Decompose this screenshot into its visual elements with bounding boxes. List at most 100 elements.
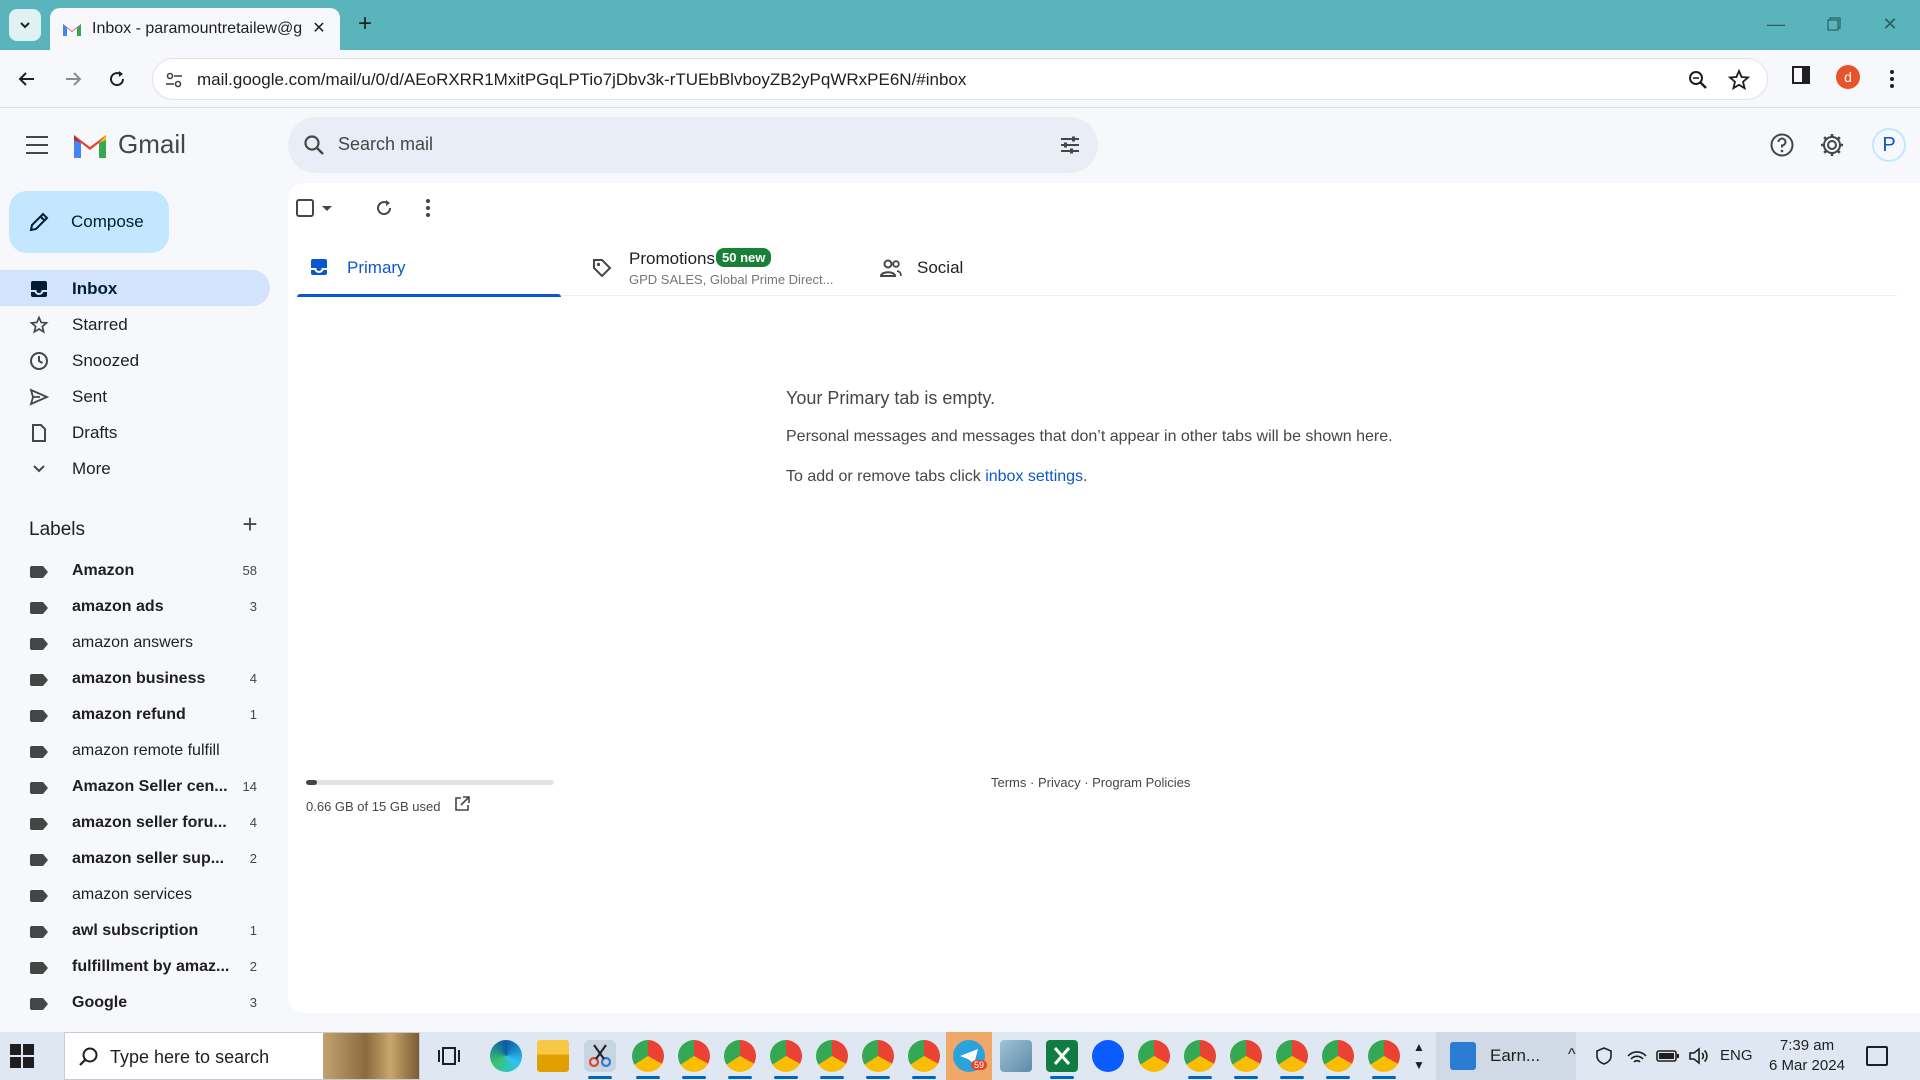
reload-button[interactable]	[102, 64, 132, 94]
nav-more[interactable]: More	[0, 450, 270, 486]
windows-start-icon[interactable]	[10, 1044, 34, 1068]
show-hidden-icons-icon[interactable]: ^	[1568, 1046, 1576, 1080]
zoom-icon[interactable]	[1687, 69, 1709, 91]
nav-drafts[interactable]: Drafts	[0, 414, 270, 450]
label-item[interactable]: Amazon Seller cen... 14	[0, 769, 270, 805]
nav-label: Drafts	[72, 423, 118, 442]
notepad-icon[interactable]	[1000, 1040, 1032, 1072]
security-shield-icon[interactable]	[1594, 1046, 1614, 1066]
chrome-profile-icon[interactable]	[1368, 1040, 1400, 1079]
search-icon[interactable]	[302, 133, 326, 157]
label-item[interactable]: amazon seller foru... 4	[0, 805, 270, 841]
chrome-profile-icon[interactable]	[770, 1040, 802, 1079]
nav-starred[interactable]: Starred	[0, 306, 270, 342]
more-actions-icon[interactable]	[423, 197, 433, 219]
privacy-link[interactable]: Privacy	[1038, 775, 1081, 790]
close-window-button[interactable]: ✕	[1870, 8, 1910, 40]
chrome-profile-icon[interactable]	[724, 1040, 756, 1079]
site-settings-icon[interactable]	[163, 69, 185, 91]
browser-menu-button[interactable]	[1882, 64, 1902, 94]
terms-link[interactable]: Terms	[991, 775, 1026, 790]
gmail-wordmark[interactable]: Gmail	[118, 129, 186, 160]
nav-label: Snoozed	[72, 351, 140, 370]
search-bar[interactable]: Search mail	[288, 117, 1098, 173]
label-item[interactable]: amazon business 4	[0, 661, 270, 697]
tab-search-button[interactable]	[9, 9, 41, 41]
clock-icon	[28, 350, 50, 372]
close-tab-icon[interactable]: ✕	[310, 20, 328, 38]
open-external-icon[interactable]	[453, 795, 471, 813]
chrome-profile-icon[interactable]	[678, 1040, 710, 1079]
tab-promotions[interactable]: Promotions 50 new GPD SALES, Global Prim…	[579, 239, 849, 296]
label-item[interactable]: amazon services	[0, 877, 270, 913]
label-item[interactable]: Amazon 58	[0, 553, 270, 589]
zoom-app-icon[interactable]	[1092, 1040, 1124, 1072]
compose-button[interactable]: Compose	[9, 191, 169, 253]
excel-icon[interactable]	[1046, 1040, 1078, 1079]
select-all-checkbox[interactable]	[296, 199, 314, 217]
taskbar-search-box[interactable]: Type here to search	[64, 1032, 420, 1080]
label-item[interactable]: amazon ads 3	[0, 589, 270, 625]
chrome-profile-icon[interactable]	[862, 1040, 894, 1079]
wifi-icon[interactable]	[1626, 1046, 1648, 1066]
label-name: Amazon Seller cen...	[72, 778, 228, 795]
snipping-tool-icon[interactable]	[584, 1040, 616, 1079]
battery-icon[interactable]	[1656, 1047, 1680, 1065]
label-item[interactable]: fulfillment by amaz... 2	[0, 949, 270, 985]
chrome-icon[interactable]	[1138, 1040, 1170, 1072]
back-button[interactable]	[12, 64, 42, 94]
inbox-settings-link[interactable]: inbox settings	[985, 468, 1083, 485]
task-view-icon[interactable]	[437, 1044, 461, 1068]
chrome-profile-icon[interactable]	[1276, 1040, 1308, 1079]
minimize-button[interactable]: —	[1756, 8, 1796, 40]
tab-primary[interactable]: Primary	[297, 239, 561, 297]
label-item[interactable]: awl subscription 1	[0, 913, 270, 949]
edge-icon[interactable]	[490, 1040, 522, 1072]
nav-inbox[interactable]: Inbox	[0, 270, 270, 306]
account-avatar[interactable]: P	[1872, 128, 1906, 162]
label-item[interactable]: amazon refund 1	[0, 697, 270, 733]
help-icon[interactable]	[1769, 132, 1795, 158]
footer-links: Terms · Privacy · Program Policies	[991, 775, 1190, 790]
program-policies-link[interactable]: Program Policies	[1092, 775, 1190, 790]
taskbar-clock[interactable]: 7:39 am 6 Mar 2024	[1762, 1036, 1852, 1076]
main-menu-button[interactable]	[26, 134, 52, 156]
chrome-profile-icon[interactable]	[1184, 1040, 1216, 1079]
restore-button[interactable]	[1814, 8, 1854, 40]
chrome-profile-icon[interactable]	[1230, 1040, 1262, 1079]
address-bar[interactable]: mail.google.com/mail/u/0/d/AEoRXRR1MxitP…	[152, 58, 1768, 100]
chrome-profile-icon[interactable]	[908, 1040, 940, 1079]
taskbar-window-earn[interactable]: Earn...	[1436, 1032, 1576, 1080]
label-item[interactable]: amazon seller sup... 2	[0, 841, 270, 877]
tab-social[interactable]: Social	[867, 239, 1131, 296]
bookmark-star-icon[interactable]	[1727, 68, 1751, 92]
browser-profile-avatar[interactable]: d	[1836, 65, 1860, 89]
notification-center-icon[interactable]	[1866, 1046, 1888, 1066]
nav-snoozed[interactable]: Snoozed	[0, 342, 270, 378]
chevron-down-icon	[28, 458, 50, 480]
language-indicator[interactable]: ENG	[1720, 1047, 1753, 1080]
refresh-icon[interactable]	[373, 197, 395, 219]
telegram-icon[interactable]: 59	[953, 1040, 988, 1072]
chrome-profile-icon[interactable]	[1322, 1040, 1354, 1079]
forward-button[interactable]	[58, 64, 88, 94]
label-item[interactable]: Google 3	[0, 985, 270, 1021]
file-explorer-icon[interactable]	[537, 1040, 569, 1072]
label-tag-icon	[30, 854, 48, 866]
nav-sent[interactable]: Sent	[0, 378, 270, 414]
select-dropdown-icon[interactable]	[322, 206, 332, 211]
taskbar-scroll-arrows[interactable]: ▲ ▼	[1412, 1038, 1426, 1074]
browser-tab-gmail[interactable]: Inbox - paramountretailew@gm ✕	[50, 8, 340, 50]
nav-label: Starred	[72, 315, 128, 334]
chrome-profile-icon[interactable]	[816, 1040, 848, 1079]
side-panel-icon[interactable]	[1790, 64, 1812, 86]
label-item[interactable]: amazon answers	[0, 625, 270, 661]
search-options-icon[interactable]	[1058, 133, 1082, 157]
volume-icon[interactable]	[1688, 1046, 1710, 1066]
new-tab-button[interactable]: +	[352, 12, 378, 38]
settings-gear-icon[interactable]	[1819, 132, 1845, 158]
chrome-profile-icon[interactable]	[632, 1040, 664, 1079]
search-input[interactable]: Search mail	[338, 134, 433, 155]
label-item[interactable]: amazon remote fulfill	[0, 733, 270, 769]
create-label-button[interactable]: +	[239, 511, 261, 537]
